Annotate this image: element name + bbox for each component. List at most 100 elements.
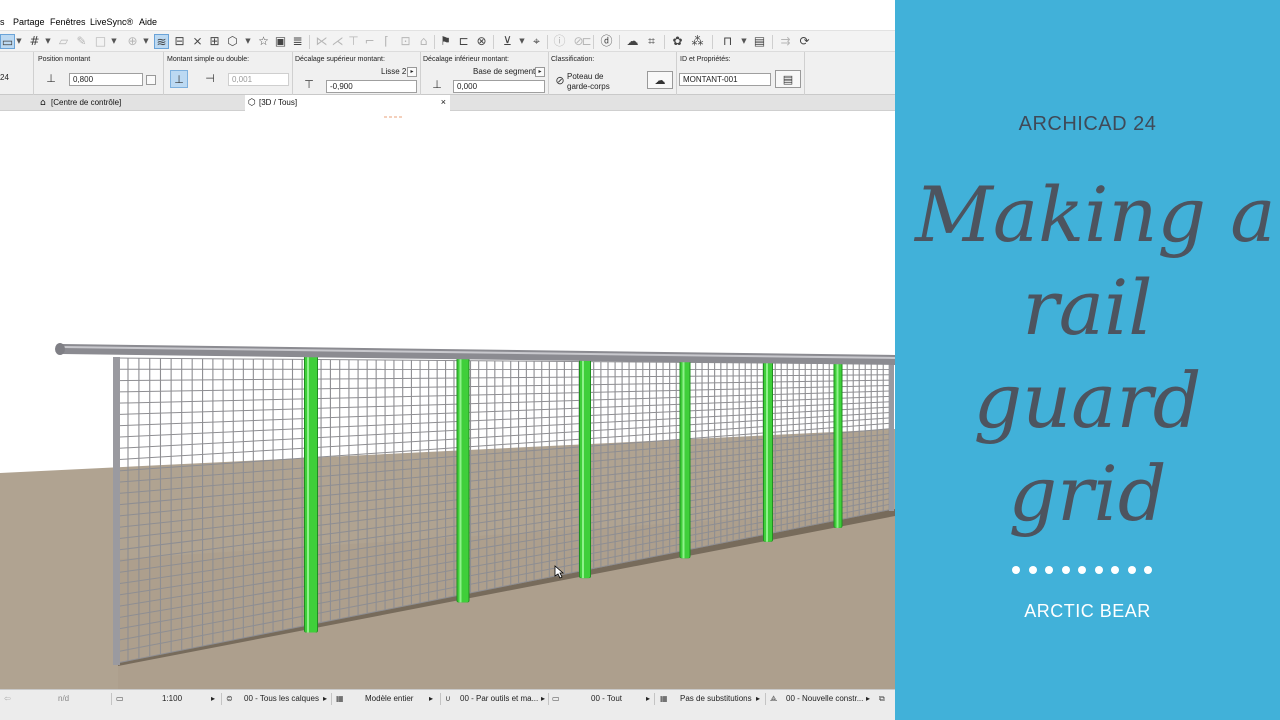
position-input[interactable]: 0,800 (69, 73, 143, 86)
rail-icon[interactable]: ⊓ (720, 34, 735, 49)
bottom-offset-input[interactable]: 0,000 (453, 80, 545, 93)
toolbar-divider (547, 35, 548, 49)
divider-dot (1094, 566, 1103, 574)
menu-item-aide[interactable]: Aide (139, 17, 157, 27)
chevron-down-icon[interactable]: ▼ (44, 34, 52, 49)
magic-wand-icon[interactable]: ≋ (154, 34, 169, 49)
chevron-down-icon[interactable]: ▼ (740, 34, 748, 49)
bottom-offset-ref-arrow[interactable]: ▸ (535, 67, 545, 77)
id-input[interactable]: MONTANT-001 (679, 73, 771, 86)
shuffle-icon[interactable]: ⁂ (690, 34, 705, 49)
layer-combination[interactable]: 00 - Tous les calques (244, 694, 319, 704)
divider-dot (1045, 566, 1053, 574)
cross-icon[interactable]: ⊞ (207, 34, 222, 49)
chevron-down-icon[interactable]: ▼ (244, 34, 252, 49)
lock-icon[interactable]: ⊕ (125, 34, 140, 49)
chevron-right-icon[interactable]: ▸ (646, 694, 650, 704)
chevron-down-icon[interactable]: ▼ (142, 34, 150, 49)
plan-icon[interactable]: ⊏ (456, 34, 471, 49)
renovation-filter[interactable]: 00 - Nouvelle constr... (786, 694, 863, 704)
chevron-down-icon[interactable]: ▼ (110, 34, 118, 49)
toolbar-divider (772, 35, 773, 49)
classification-line-2: garde-corps (567, 82, 610, 91)
undo-icon[interactable]: ⇦ (4, 694, 11, 704)
fillet-icon[interactable]: ⌐ (362, 34, 377, 49)
paint-bucket-icon[interactable]: ⌖ (529, 34, 544, 49)
menu-item-partial[interactable]: s (0, 17, 5, 27)
roof-icon[interactable]: ⌂ (416, 34, 431, 49)
adjust-icon[interactable]: ⋌ (330, 34, 345, 49)
3d-viewport[interactable] (0, 111, 895, 689)
3d-model-render[interactable] (0, 111, 895, 689)
palette-icon[interactable]: ✿ (670, 34, 685, 49)
align-icon[interactable]: ⊻ (500, 34, 515, 49)
renovation-icon: ⟁ (770, 694, 778, 703)
tab-control-center[interactable]: ⌂ [Centre de contrôle] (37, 95, 242, 111)
chevron-right-icon[interactable]: ▸ (211, 694, 215, 704)
infobox-divider (33, 52, 34, 95)
grid-icon[interactable]: # (27, 34, 42, 49)
cloud-icon[interactable]: ☁ (625, 34, 640, 49)
chevron-right-icon[interactable]: ▸ (323, 694, 327, 704)
id-properties-label: ID et Propriétés: (680, 56, 731, 63)
floor-plan-icon[interactable]: ▭ (0, 34, 15, 49)
dimension-icon[interactable]: ⨯ (190, 34, 205, 49)
position-toggle-button[interactable] (146, 75, 156, 85)
toolbar-divider (712, 35, 713, 49)
trim-icon[interactable]: ⋉ (314, 34, 329, 49)
graphic-override[interactable]: Pas de substitutions (680, 694, 752, 704)
infobox-divider (163, 52, 164, 95)
info-icon[interactable]: ⓘ (552, 34, 567, 49)
layers-icon[interactable]: ⇉ (778, 34, 793, 49)
double-post-spacing-input[interactable]: 0,001 (228, 73, 289, 86)
single-post-icon[interactable]: ⊥ (170, 70, 188, 88)
infobox-divider (292, 52, 293, 95)
top-offset-input[interactable]: -0,900 (326, 80, 417, 93)
intersect-icon[interactable]: ⊤ (346, 34, 361, 49)
chevron-down-icon[interactable]: ▼ (15, 34, 23, 49)
top-offset-ref-arrow[interactable]: ▸ (407, 67, 417, 77)
title-line: Making a (915, 170, 1276, 259)
pen-set[interactable]: 00 - Par outils et ma... (460, 694, 538, 704)
flag-icon[interactable]: ⚑ (438, 34, 453, 49)
image-icon[interactable]: ▣ (273, 34, 288, 49)
chevron-right-icon[interactable]: ▸ (429, 694, 433, 704)
offset-icon[interactable]: ⌈ (379, 34, 394, 49)
shape-icon[interactable]: □ (93, 34, 108, 49)
tag-icon[interactable]: ⌗ (644, 34, 659, 49)
chevron-down-icon[interactable]: ▼ (518, 34, 526, 49)
book-icon[interactable]: ▤ (752, 34, 767, 49)
tab-label: [3D / Tous] (259, 98, 298, 107)
dimension-style[interactable]: 00 - Tout (591, 694, 622, 704)
top-offset-reference[interactable]: Lisse 2 (381, 67, 406, 77)
menu-item-fenetres[interactable]: Fenêtres (50, 17, 86, 27)
guide-line-icon[interactable]: ⊟ (172, 34, 187, 49)
arrange-icon[interactable]: ⊏ (579, 34, 594, 49)
double-post-icon[interactable]: ⊣ (201, 70, 219, 88)
split-icon[interactable]: ⊡ (398, 34, 413, 49)
tab-3d-all[interactable]: ⬡ [3D / Tous] × (245, 95, 450, 111)
cube-icon[interactable]: ⬡ (225, 34, 240, 49)
scale-value[interactable]: 1:100 (162, 694, 182, 704)
chevron-right-icon[interactable]: ▸ (866, 694, 870, 704)
bottom-offset-reference[interactable]: Base de segment (473, 67, 535, 77)
stack-icon[interactable]: ≣ (290, 34, 305, 49)
package-icon[interactable]: ⊗ (474, 34, 489, 49)
menu-item-partage[interactable]: Partage (13, 17, 45, 27)
highlighted-post (580, 357, 590, 579)
window-icon[interactable]: ⧉ (879, 694, 885, 704)
menu-item-livesync[interactable]: LiveSync® (90, 17, 133, 27)
model-view-option[interactable]: Modèle entier (365, 694, 413, 704)
pen-icon[interactable]: ✎ (74, 34, 89, 49)
close-icon[interactable]: × (441, 95, 446, 110)
statusbar-divider (221, 693, 222, 705)
highlighted-post (457, 356, 469, 603)
sync-icon[interactable]: ⟳ (797, 34, 812, 49)
chevron-right-icon[interactable]: ▸ (756, 694, 760, 704)
chevron-right-icon[interactable]: ▸ (541, 694, 545, 704)
id-icon[interactable]: ⓓ (599, 34, 614, 49)
classification-cloud-button[interactable]: ☁ (647, 71, 673, 89)
properties-list-icon[interactable]: ▤ (775, 70, 801, 88)
snap-icon[interactable]: ▱ (56, 34, 71, 49)
star-icon[interactable]: ☆ (256, 34, 271, 49)
